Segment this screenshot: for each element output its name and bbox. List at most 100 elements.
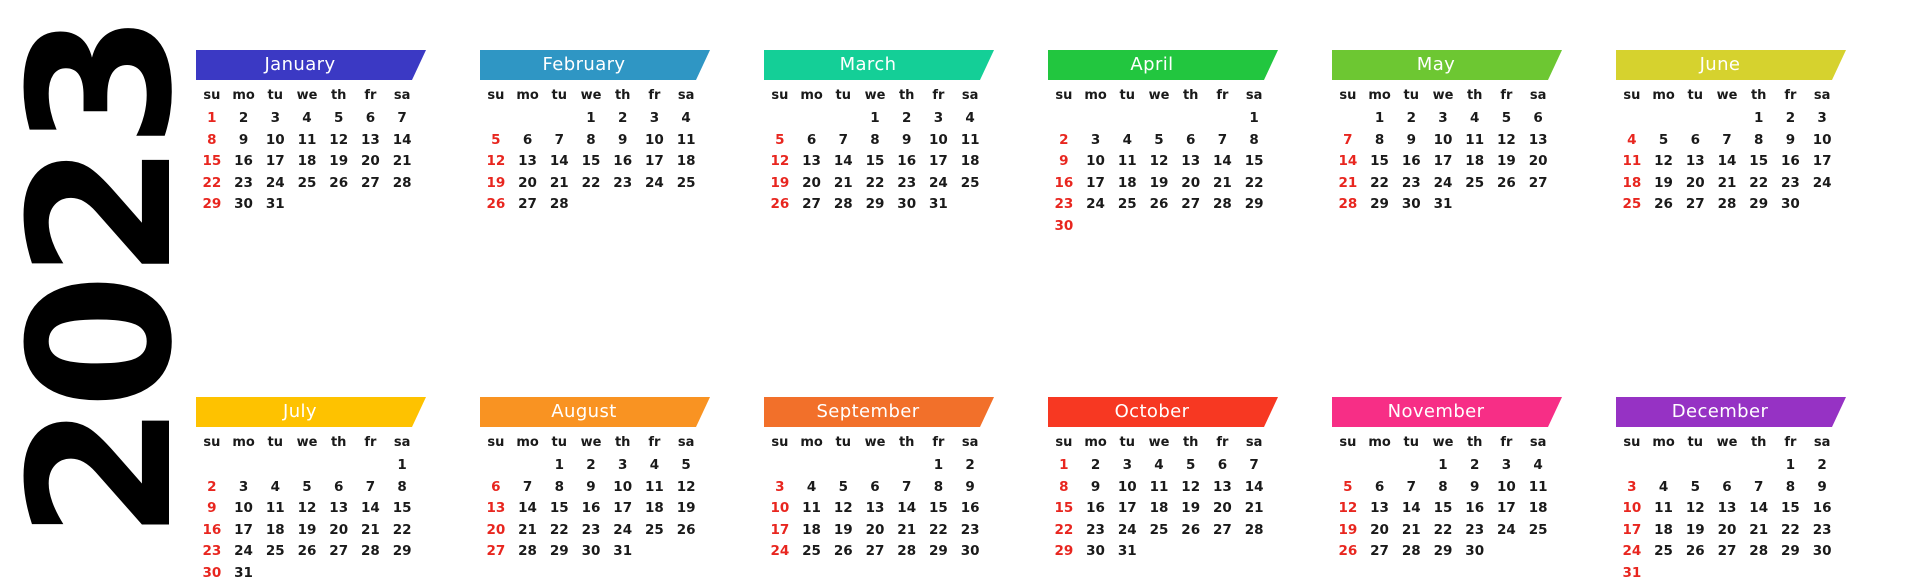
day-cell[interactable]: 4	[1616, 130, 1648, 152]
day-cell[interactable]: 19	[1491, 151, 1523, 173]
day-cell[interactable]: 26	[1332, 541, 1364, 563]
day-cell[interactable]: 5	[1175, 455, 1207, 477]
day-cell[interactable]: 27	[323, 541, 355, 563]
day-cell[interactable]: 7	[355, 477, 387, 499]
day-cell[interactable]: 30	[1806, 541, 1838, 563]
day-cell[interactable]: 9	[1048, 151, 1080, 173]
day-cell[interactable]: 15	[1238, 151, 1270, 173]
day-cell[interactable]: 26	[1491, 173, 1523, 195]
day-cell[interactable]: 19	[1143, 173, 1175, 195]
day-cell[interactable]: 28	[891, 541, 923, 563]
day-cell[interactable]: 12	[1332, 498, 1364, 520]
day-cell[interactable]: 27	[1175, 194, 1207, 216]
day-cell[interactable]: 17	[228, 520, 260, 542]
day-cell[interactable]: 25	[639, 520, 671, 542]
day-cell[interactable]: 28	[1711, 194, 1743, 216]
day-cell[interactable]: 2	[954, 455, 986, 477]
day-cell[interactable]: 29	[859, 194, 891, 216]
day-cell[interactable]: 1	[1743, 108, 1775, 130]
day-cell[interactable]: 7	[1238, 455, 1270, 477]
day-cell[interactable]: 29	[1364, 194, 1396, 216]
day-cell[interactable]: 17	[1616, 520, 1648, 542]
day-cell[interactable]: 24	[1616, 541, 1648, 563]
day-cell[interactable]: 13	[512, 151, 544, 173]
day-cell[interactable]: 15	[1775, 498, 1807, 520]
day-cell[interactable]: 21	[512, 520, 544, 542]
day-cell[interactable]: 5	[1648, 130, 1680, 152]
day-cell[interactable]: 17	[1080, 173, 1112, 195]
day-cell[interactable]: 30	[954, 541, 986, 563]
day-cell[interactable]: 23	[196, 541, 228, 563]
day-cell[interactable]: 9	[954, 477, 986, 499]
day-cell[interactable]: 19	[764, 173, 796, 195]
day-cell[interactable]: 23	[1395, 173, 1427, 195]
day-cell[interactable]: 20	[859, 520, 891, 542]
day-cell[interactable]: 3	[1616, 477, 1648, 499]
day-cell[interactable]: 9	[1806, 477, 1838, 499]
day-cell[interactable]: 22	[923, 520, 955, 542]
day-cell[interactable]: 30	[1395, 194, 1427, 216]
day-cell[interactable]: 8	[1775, 477, 1807, 499]
day-cell[interactable]: 7	[1711, 130, 1743, 152]
day-cell[interactable]: 8	[575, 130, 607, 152]
day-cell[interactable]: 1	[196, 108, 228, 130]
day-cell[interactable]: 24	[607, 520, 639, 542]
day-cell[interactable]: 28	[1743, 541, 1775, 563]
day-cell[interactable]: 28	[827, 194, 859, 216]
day-cell[interactable]: 5	[670, 455, 702, 477]
day-cell[interactable]: 16	[196, 520, 228, 542]
day-cell[interactable]: 25	[1459, 173, 1491, 195]
day-cell[interactable]: 17	[1111, 498, 1143, 520]
day-cell[interactable]: 26	[1143, 194, 1175, 216]
day-cell[interactable]: 14	[1207, 151, 1239, 173]
day-cell[interactable]: 11	[954, 130, 986, 152]
day-cell[interactable]: 22	[1775, 520, 1807, 542]
day-cell[interactable]: 11	[1648, 498, 1680, 520]
day-cell[interactable]: 10	[1491, 477, 1523, 499]
day-cell[interactable]: 16	[1080, 498, 1112, 520]
day-cell[interactable]: 12	[1679, 498, 1711, 520]
day-cell[interactable]: 9	[1459, 477, 1491, 499]
day-cell[interactable]: 13	[859, 498, 891, 520]
day-cell[interactable]: 8	[543, 477, 575, 499]
day-cell[interactable]: 14	[543, 151, 575, 173]
day-cell[interactable]: 4	[1522, 455, 1554, 477]
day-cell[interactable]: 3	[1111, 455, 1143, 477]
day-cell[interactable]: 2	[1459, 455, 1491, 477]
day-cell[interactable]: 8	[1238, 130, 1270, 152]
day-cell[interactable]: 15	[575, 151, 607, 173]
day-cell[interactable]: 12	[291, 498, 323, 520]
day-cell[interactable]: 20	[355, 151, 387, 173]
day-cell[interactable]: 15	[386, 498, 418, 520]
day-cell[interactable]: 16	[1395, 151, 1427, 173]
day-cell[interactable]: 6	[480, 477, 512, 499]
day-cell[interactable]: 4	[1143, 455, 1175, 477]
day-cell[interactable]: 10	[1111, 477, 1143, 499]
day-cell[interactable]: 17	[1806, 151, 1838, 173]
day-cell[interactable]: 29	[1427, 541, 1459, 563]
day-cell[interactable]: 2	[891, 108, 923, 130]
day-cell[interactable]: 8	[1048, 477, 1080, 499]
day-cell[interactable]: 7	[827, 130, 859, 152]
day-cell[interactable]: 23	[1080, 520, 1112, 542]
day-cell[interactable]: 4	[1459, 108, 1491, 130]
day-cell[interactable]: 29	[196, 194, 228, 216]
day-cell[interactable]: 24	[1427, 173, 1459, 195]
day-cell[interactable]: 16	[607, 151, 639, 173]
day-cell[interactable]: 13	[323, 498, 355, 520]
day-cell[interactable]: 3	[1080, 130, 1112, 152]
day-cell[interactable]: 21	[1743, 520, 1775, 542]
day-cell[interactable]: 21	[827, 173, 859, 195]
day-cell[interactable]: 15	[1427, 498, 1459, 520]
day-cell[interactable]: 21	[1332, 173, 1364, 195]
day-cell[interactable]: 1	[1364, 108, 1396, 130]
day-cell[interactable]: 15	[1743, 151, 1775, 173]
day-cell[interactable]: 23	[607, 173, 639, 195]
day-cell[interactable]: 19	[323, 151, 355, 173]
day-cell[interactable]: 28	[1395, 541, 1427, 563]
day-cell[interactable]: 6	[355, 108, 387, 130]
day-cell[interactable]: 14	[1238, 477, 1270, 499]
day-cell[interactable]: 31	[923, 194, 955, 216]
day-cell[interactable]: 19	[1648, 173, 1680, 195]
day-cell[interactable]: 5	[1332, 477, 1364, 499]
